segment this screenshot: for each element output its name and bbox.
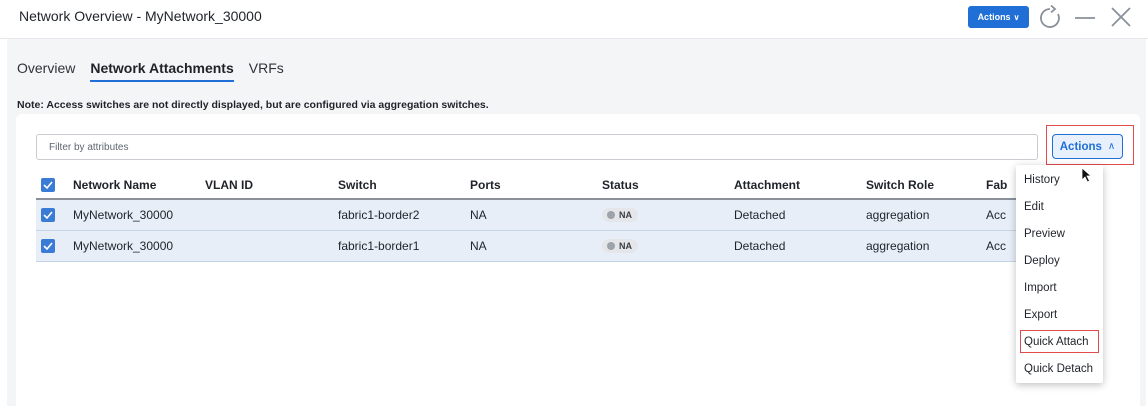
cell-fabric: Acc xyxy=(986,208,1007,222)
column-header-network-name[interactable]: Network Name xyxy=(73,171,156,198)
menu-item-import[interactable]: Import xyxy=(1016,274,1103,301)
minimize-icon[interactable] xyxy=(1073,6,1097,30)
cell-fabric: Acc xyxy=(986,239,1007,253)
row-checkbox[interactable] xyxy=(41,231,55,261)
tab-vrfs[interactable]: VRFs xyxy=(249,60,284,82)
status-badge: NA xyxy=(602,208,638,222)
column-header-status[interactable]: Status xyxy=(602,171,639,198)
cell-attachment: Detached xyxy=(734,239,786,253)
menu-item-preview[interactable]: Preview xyxy=(1016,220,1103,247)
cell-ports: NA xyxy=(470,239,487,253)
column-header-attachment[interactable]: Attachment xyxy=(734,171,800,198)
cell-switch: fabric1-border1 xyxy=(338,239,420,253)
tab-overview[interactable]: Overview xyxy=(17,60,75,82)
access-switch-note: Note: Access switches are not directly d… xyxy=(17,99,489,111)
status-dot-icon xyxy=(607,242,615,250)
table-header: Network Name VLAN ID Switch Ports Status… xyxy=(36,171,1016,200)
menu-item-quick-detach[interactable]: Quick Detach xyxy=(1016,355,1103,382)
table-row[interactable]: MyNetwork_30000 fabric1-border1 NA NA De… xyxy=(36,231,1016,262)
column-header-switch-role[interactable]: Switch Role xyxy=(866,171,934,198)
status-badge-label: NA xyxy=(619,210,632,220)
cell-status: NA xyxy=(602,200,638,230)
cell-network-name: MyNetwork_30000 xyxy=(73,239,174,253)
menu-item-edit[interactable]: Edit xyxy=(1016,193,1103,220)
page-title: Network Overview - MyNetwork_30000 xyxy=(19,8,262,24)
column-header-ports[interactable]: Ports xyxy=(470,171,501,198)
status-dot-icon xyxy=(607,211,615,219)
menu-item-quick-attach[interactable]: Quick Attach xyxy=(1018,328,1101,355)
cell-switch-role: aggregation xyxy=(866,239,930,253)
column-header-fabric[interactable]: Fab xyxy=(986,171,1007,198)
menu-item-deploy[interactable]: Deploy xyxy=(1016,247,1103,274)
cell-network-name: MyNetwork_30000 xyxy=(73,208,174,222)
cell-attachment: Detached xyxy=(734,208,786,222)
checkbox-checked-icon xyxy=(41,177,55,192)
header-actions-label: Actions xyxy=(977,12,1011,22)
chevron-up-icon: ∧ xyxy=(1107,141,1116,152)
checkbox-checked-icon xyxy=(41,208,55,222)
column-header-vlan-id[interactable]: VLAN ID xyxy=(205,171,253,198)
menu-item-export[interactable]: Export xyxy=(1016,301,1103,328)
table-row[interactable]: MyNetwork_30000 fabric1-border2 NA NA De… xyxy=(36,200,1016,231)
filter-input[interactable] xyxy=(36,134,1038,160)
status-badge-label: NA xyxy=(619,241,632,251)
column-header-switch[interactable]: Switch xyxy=(338,171,377,198)
header-actions-button[interactable]: Actions ∨ xyxy=(968,6,1029,28)
row-checkbox[interactable] xyxy=(41,200,55,230)
chevron-down-icon: ∨ xyxy=(1013,12,1020,22)
cell-switch-role: aggregation xyxy=(866,208,930,222)
actions-button[interactable]: Actions ∧ xyxy=(1052,134,1123,159)
mouse-pointer-icon xyxy=(1081,167,1093,183)
cell-ports: NA xyxy=(470,208,487,222)
cell-switch: fabric1-border2 xyxy=(338,208,420,222)
checkbox-checked-icon xyxy=(41,239,55,253)
refresh-icon[interactable] xyxy=(1038,4,1062,30)
title-bar: Network Overview - MyNetwork_30000 Actio… xyxy=(0,0,1148,39)
cell-status: NA xyxy=(602,231,638,261)
status-badge: NA xyxy=(602,239,638,253)
actions-button-label: Actions xyxy=(1059,140,1102,153)
actions-menu: History Edit Preview Deploy Import Expor… xyxy=(1016,165,1103,383)
tab-bar: Overview Network Attachments VRFs xyxy=(17,60,299,82)
close-icon[interactable] xyxy=(1108,4,1134,30)
tab-network-attachments[interactable]: Network Attachments xyxy=(90,60,234,82)
select-all-checkbox[interactable] xyxy=(41,171,55,198)
